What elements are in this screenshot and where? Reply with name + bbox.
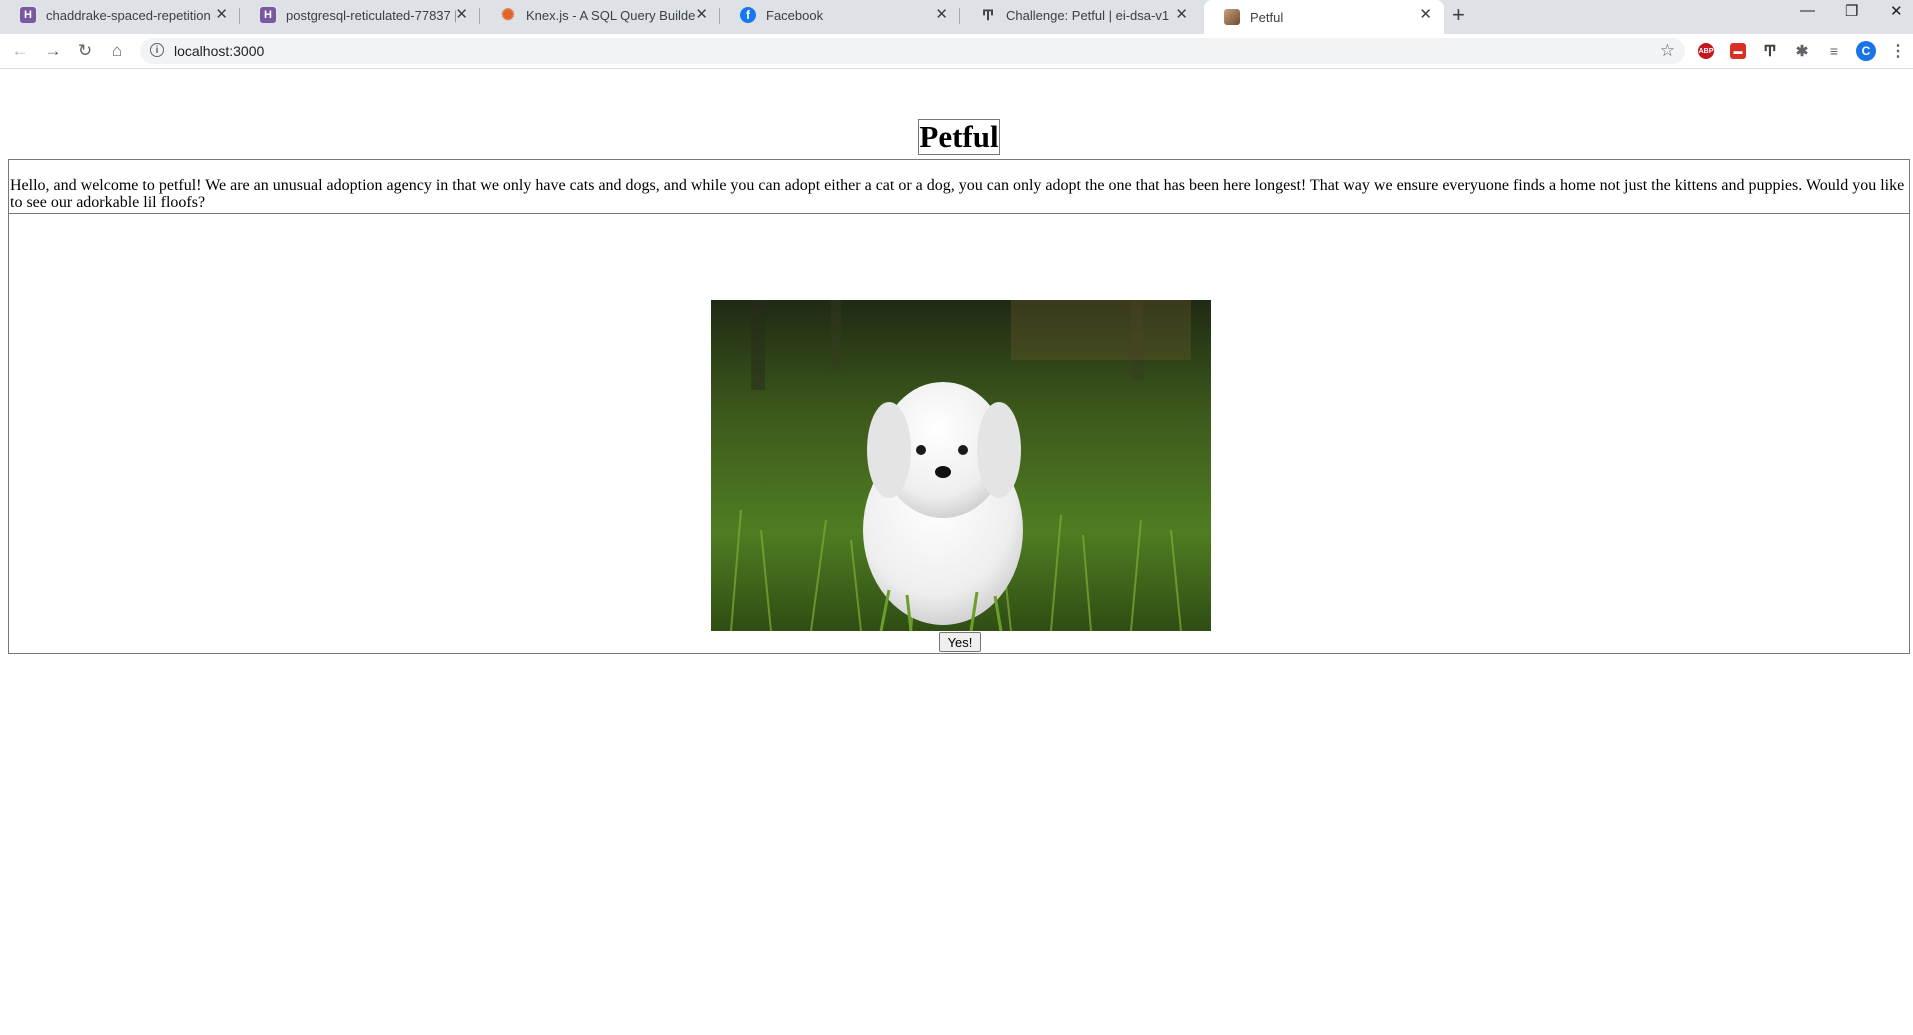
page-title: Petful [918,118,1000,155]
reload-icon[interactable]: ↻ [75,41,95,61]
tab-chaddrake[interactable]: H chaddrake-spaced-repetition · Se ✕ [0,0,240,30]
reading-list-icon[interactable]: ≡ [1826,43,1842,59]
white-puppy-in-grass-photo [711,300,1211,631]
tab-title: chaddrake-spaced-repetition · Se [46,7,216,23]
thinkful-icon: Ͳ [981,6,995,23]
forward-icon[interactable]: → [43,41,63,61]
abp-icon[interactable]: ABP [1698,43,1714,59]
tab-facebook[interactable]: f Facebook ✕ [720,0,960,30]
bookmark-star-icon[interactable]: ☆ [1660,41,1675,61]
thinkful-icon[interactable]: Ͳ [1762,43,1778,60]
close-icon[interactable]: ✕ [455,6,468,24]
tab-challenge-petful[interactable]: Ͳ Challenge: Petful | ei-dsa-v1 ✕ [960,0,1200,30]
close-icon[interactable]: ✕ [1419,6,1432,24]
new-tab-icon[interactable]: + [1452,2,1465,28]
tab-title: Petful [1250,9,1284,25]
close-icon[interactable]: ✕ [695,6,708,24]
tab-title: postgresql-reticulated-77837 | H [286,7,456,23]
tab-strip: H chaddrake-spaced-repetition · Se ✕ H p… [0,0,1913,34]
menu-kebab-icon[interactable]: ⋮ [1890,43,1906,60]
page-content: Petful Hello, and welcome to petful! We … [0,70,1913,1035]
pet-section: Yes! [8,214,1910,654]
close-icon[interactable]: ✕ [215,6,228,24]
close-icon[interactable]: ✕ [1175,6,1188,24]
browser-toolbar: ← → ↻ ⌂ i localhost:3000 ☆ ABP ▬ Ͳ ✱ ≡ C… [0,34,1913,69]
info-icon[interactable]: i [150,43,164,57]
heroku-icon: H [260,7,276,23]
yes-button[interactable]: Yes! [939,632,981,652]
profile-avatar[interactable]: C [1856,41,1876,61]
petful-icon [1224,9,1240,25]
minimize-icon[interactable]: — [1800,2,1815,19]
tab-knex[interactable]: ✺ Knex.js - A SQL Query Builder for ✕ [480,0,720,30]
tab-title: Challenge: Petful | ei-dsa-v1 [1006,7,1170,23]
tab-postgresql[interactable]: H postgresql-reticulated-77837 | H ✕ [240,0,480,30]
window-close-icon[interactable]: ✕ [1890,2,1903,20]
home-icon[interactable]: ⌂ [107,41,127,61]
tab-title: Facebook [766,7,824,23]
tab-title: Knex.js - A SQL Query Builder for [526,7,696,23]
heroku-icon: H [20,7,36,23]
knex-icon: ✺ [501,7,515,24]
address-url[interactable]: localhost:3000 [174,43,264,59]
restore-icon[interactable]: ❐ [1845,2,1858,20]
address-bar[interactable]: i localhost:3000 ☆ [140,38,1685,64]
close-icon[interactable]: ✕ [935,6,948,24]
puzzle-icon[interactable]: ✱ [1794,43,1810,60]
welcome-message: Hello, and welcome to petful! We are an … [8,159,1910,214]
back-icon[interactable]: ← [10,41,30,61]
red-extension-icon[interactable]: ▬ [1730,43,1746,59]
welcome-text: Hello, and welcome to petful! We are an … [10,177,1905,211]
facebook-icon: f [740,7,756,23]
tab-petful[interactable]: Petful ✕ [1204,0,1444,34]
